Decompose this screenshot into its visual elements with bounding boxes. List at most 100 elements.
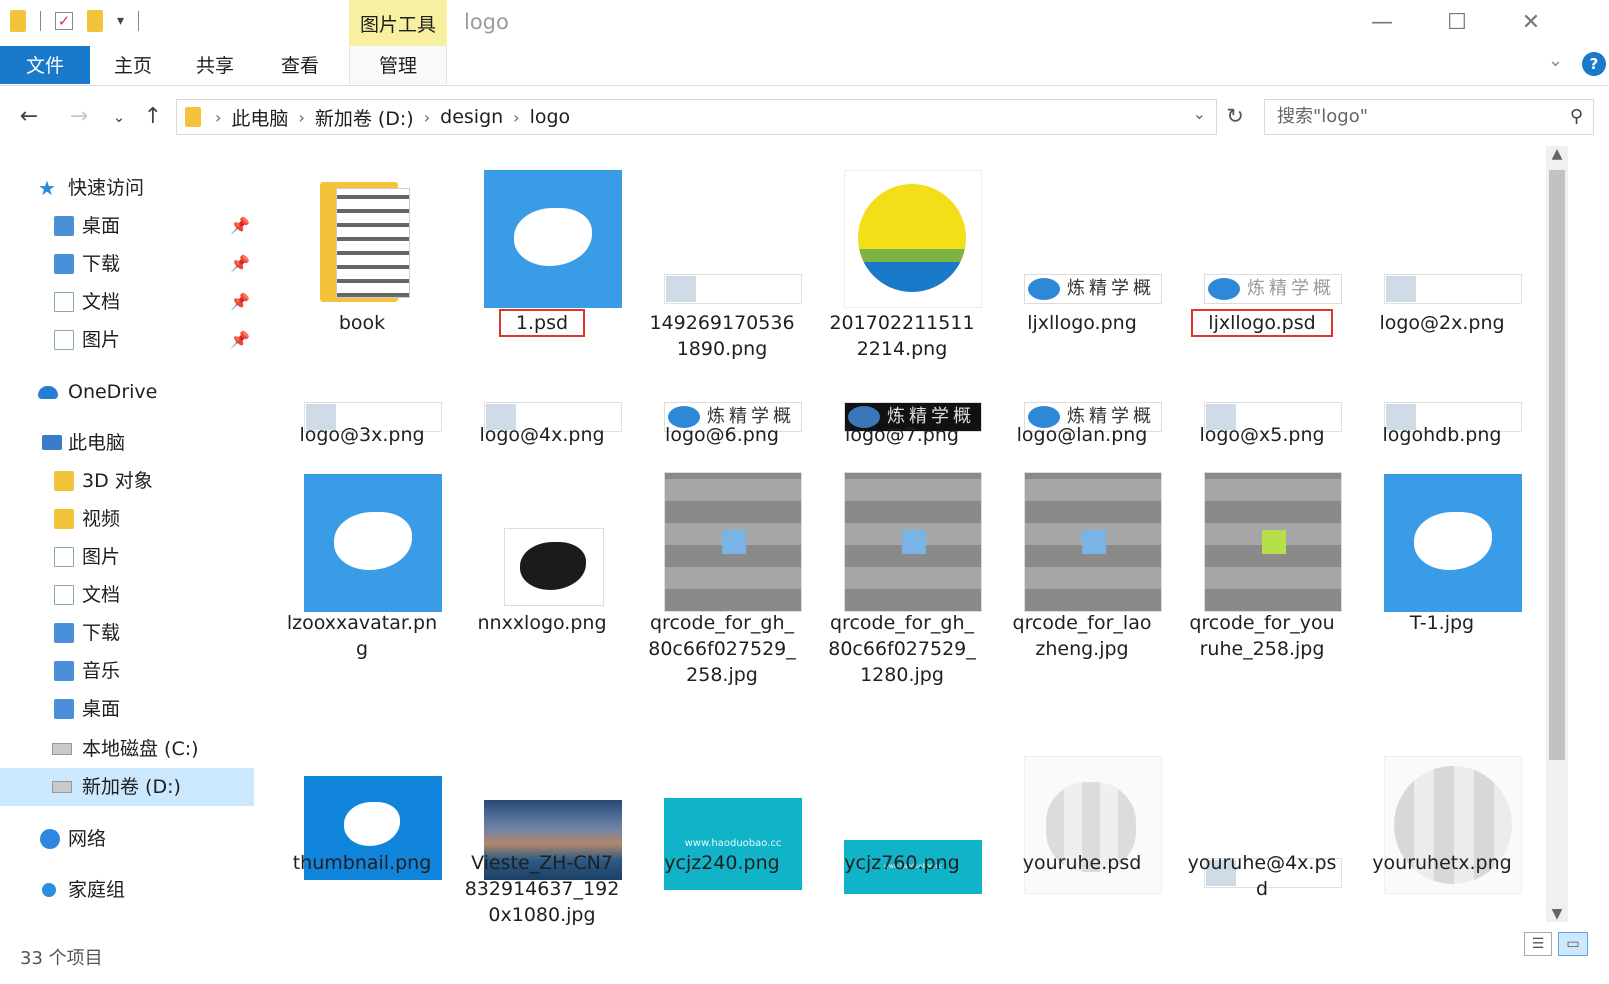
breadcrumb-design[interactable]: design: [440, 106, 503, 128]
breadcrumb-this-pc[interactable]: 此电脑: [231, 104, 288, 131]
address-bar[interactable]: › 此电脑 › 新加卷 (D:) › design › logo ⌄: [176, 99, 1217, 135]
sidebar-label: 下载: [82, 253, 121, 275]
file-item[interactable]: qrcode_for_gh_ 80c66f027529_ 258.jpg: [632, 462, 812, 690]
quick-access-toolbar: ✓ ▾: [10, 10, 140, 32]
file-item[interactable]: logo@2x.png: [1352, 158, 1532, 390]
ribbon-expand-icon[interactable]: ⌄: [1548, 50, 1563, 71]
file-name-line: ljxllogo.png: [1027, 312, 1137, 334]
sidebar-item-documents[interactable]: 文档 📌: [0, 283, 254, 321]
sidebar-item-pictures[interactable]: 图片 📌: [0, 321, 254, 359]
minimize-button[interactable]: —: [1362, 6, 1402, 40]
drive-c-icon: [52, 743, 72, 755]
refresh-icon[interactable]: ↻: [1220, 101, 1250, 131]
onedrive-cloud-icon: [38, 386, 58, 399]
breadcrumb-separator: ›: [513, 107, 520, 127]
customize-toolbar-icon[interactable]: ▾: [117, 13, 124, 29]
file-name: qrcode_for_gh_ 80c66f027529_ 258.jpg: [632, 610, 812, 688]
file-item[interactable]: 炼精学概 ljxllogo.psd: [1172, 158, 1352, 390]
up-arrow-icon[interactable]: ↑: [138, 102, 168, 132]
file-item[interactable]: thumbnail.png: [272, 702, 452, 930]
sidebar-item-this-pc[interactable]: 此电脑: [0, 424, 254, 462]
sidebar-item-network[interactable]: 网络: [0, 820, 254, 858]
sidebar-item-drive-c[interactable]: 本地磁盘 (C:): [0, 730, 254, 768]
breadcrumb-logo[interactable]: logo: [530, 106, 571, 128]
pin-icon[interactable]: 📌: [230, 321, 250, 359]
search-input[interactable]: 搜索"logo" ⚲: [1264, 99, 1594, 135]
file-name-line: logo@lan.png: [1016, 424, 1148, 446]
file-item[interactable]: Vieste_ZH-CN7 832914637_192 0x1080.jpg: [452, 702, 632, 930]
file-name-line: youruhe.psd: [1022, 852, 1142, 874]
tab-home[interactable]: 主页: [96, 46, 170, 84]
file-item[interactable]: 1.psd: [452, 158, 632, 390]
sidebar-item-quick-access[interactable]: ★ 快速访问: [0, 169, 254, 207]
sidebar-item-pc-desktop[interactable]: 桌面: [0, 690, 254, 728]
sidebar-item-downloads[interactable]: 下载 📌: [0, 245, 254, 283]
sidebar-item-desktop[interactable]: 桌面 📌: [0, 207, 254, 245]
file-item[interactable]: www.haoduobao.cc ycjz760.png: [812, 702, 992, 930]
sidebar-item-pc-documents[interactable]: 文档: [0, 576, 254, 614]
file-item[interactable]: www.haoduobao.cc ycjz240.png: [632, 702, 812, 930]
file-name-line: 832914637_192: [464, 878, 620, 900]
pin-icon[interactable]: 📌: [230, 207, 250, 245]
sidebar-item-drive-d[interactable]: 新加卷 (D:): [0, 768, 254, 806]
address-history-dropdown-icon[interactable]: ⌄: [1193, 104, 1206, 123]
new-folder-icon[interactable]: [87, 10, 103, 32]
network-icon: [40, 829, 60, 849]
file-item[interactable]: T-1.jpg: [1352, 462, 1532, 690]
tab-file[interactable]: 文件: [0, 46, 90, 84]
sidebar-label: 图片: [82, 329, 121, 351]
videos-folder-icon: [54, 509, 74, 529]
tab-share[interactable]: 共享: [178, 46, 252, 84]
sidebar-item-pc-pictures[interactable]: 图片: [0, 538, 254, 576]
search-icon[interactable]: ⚲: [1570, 100, 1583, 134]
large-icons-view-icon[interactable]: ▭: [1558, 932, 1588, 956]
file-item[interactable]: nnxxlogo.png: [452, 462, 632, 690]
sidebar-item-music[interactable]: 音乐: [0, 652, 254, 690]
breadcrumb-drive-d[interactable]: 新加卷 (D:): [315, 104, 414, 131]
file-name-line: logo@x5.png: [1199, 424, 1325, 446]
sidebar-item-videos[interactable]: 视频: [0, 500, 254, 538]
tab-view[interactable]: 查看: [263, 46, 337, 84]
sidebar-label: 桌面: [82, 215, 121, 237]
file-thumbnail: [452, 158, 632, 310]
properties-icon[interactable]: ✓: [55, 12, 73, 30]
forward-arrow-icon[interactable]: →: [64, 102, 94, 132]
file-item[interactable]: qrcode_for_gh_ 80c66f027529_ 1280.jpg: [812, 462, 992, 690]
sidebar-item-homegroup[interactable]: 家庭组: [0, 871, 254, 909]
file-item[interactable]: qrcode_for_you ruhe_258.jpg: [1172, 462, 1352, 690]
file-name-line: logo@6.png: [665, 424, 779, 446]
file-name-line: logo@3x.png: [299, 424, 425, 446]
folder-icon: [185, 107, 201, 127]
file-item[interactable]: 149269170536 1890.png: [632, 158, 812, 390]
file-item[interactable]: 炼精学概 ljxllogo.png: [992, 158, 1172, 390]
maximize-button[interactable]: ☐: [1437, 6, 1477, 40]
sidebar-item-3d-objects[interactable]: 3D 对象: [0, 462, 254, 500]
sidebar-item-onedrive[interactable]: OneDrive: [0, 373, 254, 411]
pin-icon[interactable]: 📌: [230, 283, 250, 321]
tab-manage[interactable]: 管理: [349, 46, 447, 84]
scroll-up-icon[interactable]: ▲: [1546, 146, 1568, 162]
file-item[interactable]: 201702211511 2214.png: [812, 158, 992, 390]
file-item[interactable]: youruhetx.png: [1352, 702, 1532, 930]
file-name: thumbnail.png: [272, 850, 452, 876]
file-item[interactable]: youruhe@4x.ps d: [1172, 702, 1352, 930]
file-name-line: logo@2x.png: [1379, 312, 1505, 334]
file-item[interactable]: book: [272, 158, 452, 390]
details-view-icon[interactable]: ☰: [1524, 932, 1552, 956]
vertical-scrollbar[interactable]: ▲ ▼: [1546, 146, 1568, 922]
recent-locations-icon[interactable]: ⌄: [104, 102, 134, 132]
help-icon[interactable]: ?: [1582, 52, 1606, 76]
close-button[interactable]: ✕: [1511, 6, 1551, 40]
sidebar-item-pc-downloads[interactable]: 下载: [0, 614, 254, 652]
folder-icon[interactable]: [10, 10, 26, 32]
sidebar-label: 视频: [82, 508, 121, 530]
file-name: 201702211511 2214.png: [812, 310, 992, 362]
pin-icon[interactable]: 📌: [230, 245, 250, 283]
file-name: ycjz240.png: [632, 850, 812, 876]
back-arrow-icon[interactable]: ←: [14, 102, 44, 132]
file-item[interactable]: youruhe.psd: [992, 702, 1172, 930]
file-item[interactable]: lzooxxavatar.pn g: [272, 462, 452, 690]
scrollbar-thumb[interactable]: [1549, 170, 1565, 760]
file-item[interactable]: qrcode_for_lao zheng.jpg: [992, 462, 1172, 690]
scroll-down-icon[interactable]: ▼: [1546, 906, 1568, 922]
